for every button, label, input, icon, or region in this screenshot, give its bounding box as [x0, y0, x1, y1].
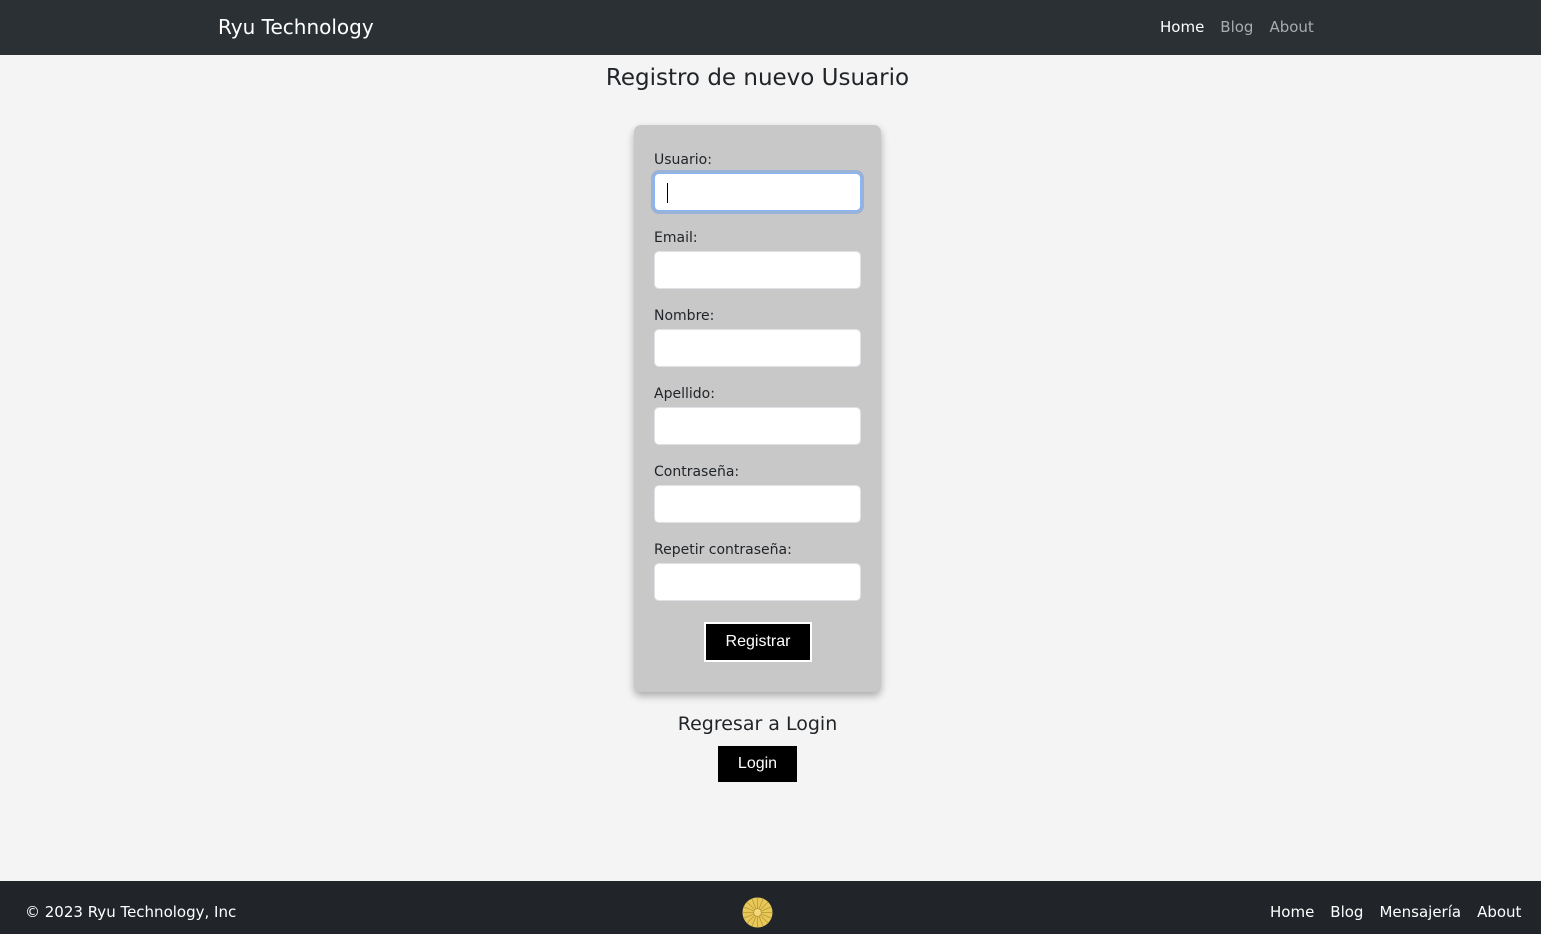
- usuario-input[interactable]: [654, 173, 861, 211]
- usuario-label: Usuario:: [654, 152, 712, 168]
- login-button[interactable]: Login: [718, 746, 797, 782]
- back-to-login-heading: Regresar a Login: [677, 713, 838, 735]
- top-navbar: Ryu Technology Home Blog About: [0, 0, 1541, 55]
- nav-home-link[interactable]: Home: [1160, 18, 1204, 36]
- text-caret: [667, 183, 668, 203]
- footer-about-link[interactable]: About: [1477, 903, 1521, 921]
- contrasena-label: Contraseña:: [654, 464, 740, 480]
- footer-home-link[interactable]: Home: [1270, 903, 1314, 921]
- nav-blog-link[interactable]: Blog: [1220, 18, 1253, 36]
- footer: © 2023 Ryu Technology, Inc Home Blog Men…: [0, 881, 1541, 934]
- repetir-contrasena-input[interactable]: [654, 563, 861, 601]
- apellido-input[interactable]: [654, 407, 861, 445]
- contrasena-input[interactable]: [654, 485, 861, 523]
- email-input[interactable]: [654, 251, 861, 289]
- nombre-label: Nombre:: [654, 308, 715, 324]
- chrysanthemum-seal-icon[interactable]: [742, 897, 773, 928]
- nav-links: Home Blog About: [1160, 18, 1314, 36]
- page-title: Registro de nuevo Usuario: [605, 65, 910, 91]
- footer-mensajeria-link[interactable]: Mensajería: [1379, 903, 1461, 921]
- footer-blog-link[interactable]: Blog: [1330, 903, 1363, 921]
- email-label: Email:: [654, 230, 698, 246]
- nombre-input[interactable]: [654, 329, 861, 367]
- brand-link[interactable]: Ryu Technology: [218, 15, 374, 39]
- repetir-contrasena-label: Repetir contraseña:: [654, 542, 792, 558]
- registrar-button[interactable]: Registrar: [704, 622, 812, 662]
- apellido-label: Apellido:: [654, 386, 715, 402]
- copyright-text: © 2023 Ryu Technology, Inc: [25, 903, 237, 921]
- footer-links: Home Blog Mensajería About: [1270, 903, 1521, 921]
- nav-about-link[interactable]: About: [1269, 18, 1313, 36]
- registration-form-card: Usuario: Email: Nombre: Apellido: Contra…: [634, 125, 881, 692]
